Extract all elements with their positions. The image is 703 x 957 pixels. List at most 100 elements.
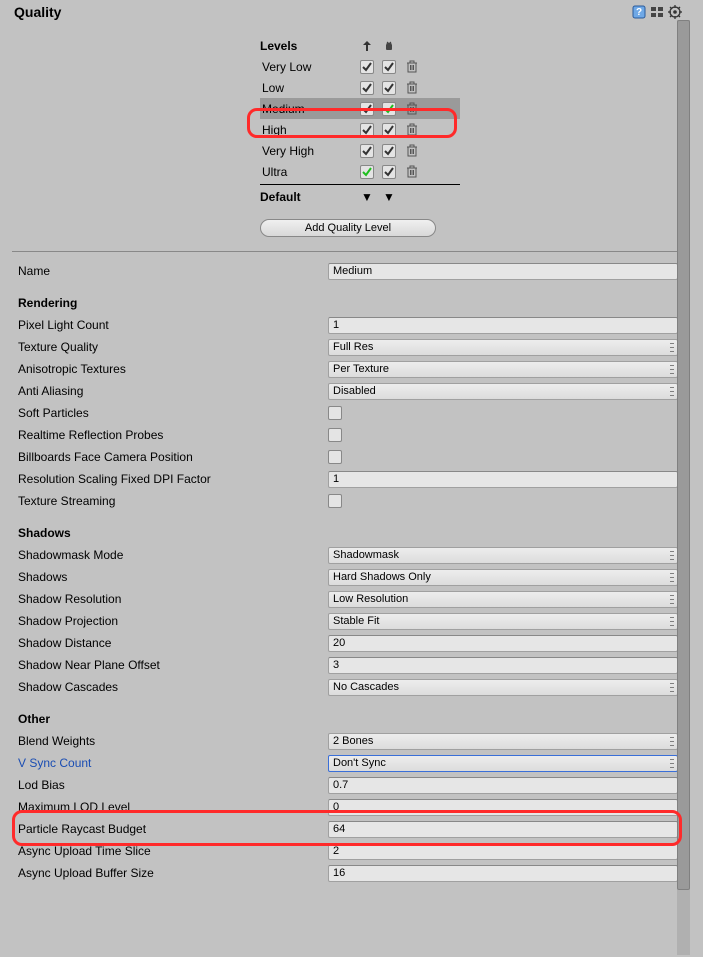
upload-time-label: Async Upload Time Slice <box>18 844 328 858</box>
default-label: Default <box>260 190 360 204</box>
shadow-resolution-label: Shadow Resolution <box>18 592 328 606</box>
anisotropic-dropdown[interactable]: Per Texture <box>328 361 678 378</box>
pixel-light-count-label: Pixel Light Count <box>18 318 328 332</box>
soft-particles-checkbox[interactable] <box>328 406 342 420</box>
section-divider <box>12 251 678 252</box>
quality-levels-table: Levels Very Low Low Medium High Very High Ult… <box>260 36 460 237</box>
platform-android-checkbox[interactable] <box>382 102 396 116</box>
vertical-scrollbar[interactable] <box>677 20 690 955</box>
quality-level-row[interactable]: High <box>260 119 460 140</box>
anti-aliasing-label: Anti Aliasing <box>18 384 328 398</box>
quality-level-name: Medium <box>260 102 360 116</box>
help-icon[interactable]: ? <box>632 5 646 19</box>
platform-android-checkbox[interactable] <box>382 144 396 158</box>
gear-icon[interactable] <box>668 5 682 19</box>
reflection-probes-label: Realtime Reflection Probes <box>18 428 328 442</box>
shadow-cascades-label: Shadow Cascades <box>18 680 328 694</box>
delete-level-icon[interactable] <box>404 122 420 138</box>
tex-streaming-checkbox[interactable] <box>328 494 342 508</box>
tex-streaming-label: Texture Streaming <box>18 494 328 508</box>
platform-android-checkbox[interactable] <box>382 60 396 74</box>
shadow-distance-label: Shadow Distance <box>18 636 328 650</box>
header-icons: ? <box>632 5 682 19</box>
default-row: Default ▼ ▼ <box>260 187 460 207</box>
shadow-distance-input[interactable]: 20 <box>328 635 678 652</box>
delete-level-icon[interactable] <box>404 80 420 96</box>
shadow-projection-label: Shadow Projection <box>18 614 328 628</box>
max-lod-input[interactable]: 0 <box>328 799 678 816</box>
delete-level-icon[interactable] <box>404 59 420 75</box>
max-lod-label: Maximum LOD Level <box>18 800 328 814</box>
platform-android-checkbox[interactable] <box>382 165 396 179</box>
shadows-dropdown[interactable]: Hard Shadows Only <box>328 569 678 586</box>
shadowmask-dropdown[interactable]: Shadowmask <box>328 547 678 564</box>
shadowmask-label: Shadowmask Mode <box>18 548 328 562</box>
default-dropdown-standalone[interactable]: ▼ <box>360 190 374 204</box>
blend-weights-dropdown[interactable]: 2 Bones <box>328 733 678 750</box>
platform-standalone-checkbox[interactable] <box>360 123 374 137</box>
delete-level-icon[interactable] <box>404 143 420 159</box>
section-other: Other <box>18 712 678 726</box>
quality-level-row[interactable]: Very Low <box>260 56 460 77</box>
pixel-light-count-input[interactable]: 1 <box>328 317 678 334</box>
svg-text:?: ? <box>636 7 642 18</box>
upload-time-input[interactable]: 2 <box>328 843 678 860</box>
res-scaling-input[interactable]: 1 <box>328 471 678 488</box>
texture-quality-dropdown[interactable]: Full Res <box>328 339 678 356</box>
platform-standalone-checkbox[interactable] <box>360 165 374 179</box>
vsync-dropdown[interactable]: Don't Sync <box>328 755 678 772</box>
panel-header: Quality ? <box>0 0 690 26</box>
section-shadows: Shadows <box>18 526 678 540</box>
quality-level-row[interactable]: Very High <box>260 140 460 161</box>
platform-android-checkbox[interactable] <box>382 123 396 137</box>
add-quality-level-button[interactable]: Add Quality Level <box>260 219 436 237</box>
raycast-budget-label: Particle Raycast Budget <box>18 822 328 836</box>
quality-level-name: High <box>260 123 360 137</box>
shadow-near-plane-label: Shadow Near Plane Offset <box>18 658 328 672</box>
reflection-probes-checkbox[interactable] <box>328 428 342 442</box>
quality-level-row[interactable]: Low <box>260 77 460 98</box>
platform-standalone-icon <box>360 40 374 52</box>
platform-standalone-checkbox[interactable] <box>360 60 374 74</box>
upload-buf-input[interactable]: 16 <box>328 865 678 882</box>
anisotropic-label: Anisotropic Textures <box>18 362 328 376</box>
platform-android-icon <box>382 40 396 52</box>
soft-particles-label: Soft Particles <box>18 406 328 420</box>
presets-icon[interactable] <box>650 5 664 19</box>
section-rendering: Rendering <box>18 296 678 310</box>
default-dropdown-android[interactable]: ▼ <box>382 190 396 204</box>
raycast-budget-input[interactable]: 64 <box>328 821 678 838</box>
row-name: Name Medium <box>18 260 678 282</box>
platform-standalone-checkbox[interactable] <box>360 102 374 116</box>
page-title: Quality <box>14 4 632 20</box>
billboards-checkbox[interactable] <box>328 450 342 464</box>
blend-weights-label: Blend Weights <box>18 734 328 748</box>
shadow-resolution-dropdown[interactable]: Low Resolution <box>328 591 678 608</box>
platform-android-checkbox[interactable] <box>382 81 396 95</box>
quality-level-row[interactable]: Ultra <box>260 161 460 182</box>
lod-bias-input[interactable]: 0.7 <box>328 777 678 794</box>
shadow-cascades-dropdown[interactable]: No Cascades <box>328 679 678 696</box>
quality-level-name: Very Low <box>260 60 360 74</box>
anti-aliasing-dropdown[interactable]: Disabled <box>328 383 678 400</box>
delete-level-icon[interactable] <box>404 164 420 180</box>
upload-buf-label: Async Upload Buffer Size <box>18 866 328 880</box>
levels-header-label: Levels <box>260 39 360 53</box>
shadow-near-plane-input[interactable]: 3 <box>328 657 678 674</box>
res-scaling-label: Resolution Scaling Fixed DPI Factor <box>18 472 328 486</box>
lod-bias-label: Lod Bias <box>18 778 328 792</box>
quality-level-name: Ultra <box>260 165 360 179</box>
quality-level-name: Low <box>260 81 360 95</box>
delete-level-icon[interactable] <box>404 101 420 117</box>
name-label: Name <box>18 264 328 278</box>
name-input[interactable]: Medium <box>328 263 678 280</box>
shadow-projection-dropdown[interactable]: Stable Fit <box>328 613 678 630</box>
platform-standalone-checkbox[interactable] <box>360 144 374 158</box>
platform-standalone-checkbox[interactable] <box>360 81 374 95</box>
levels-header-row: Levels <box>260 36 460 56</box>
levels-divider <box>260 184 460 185</box>
quality-level-row[interactable]: Medium <box>260 98 460 119</box>
scrollbar-thumb[interactable] <box>677 20 690 890</box>
texture-quality-label: Texture Quality <box>18 340 328 354</box>
quality-level-name: Very High <box>260 144 360 158</box>
